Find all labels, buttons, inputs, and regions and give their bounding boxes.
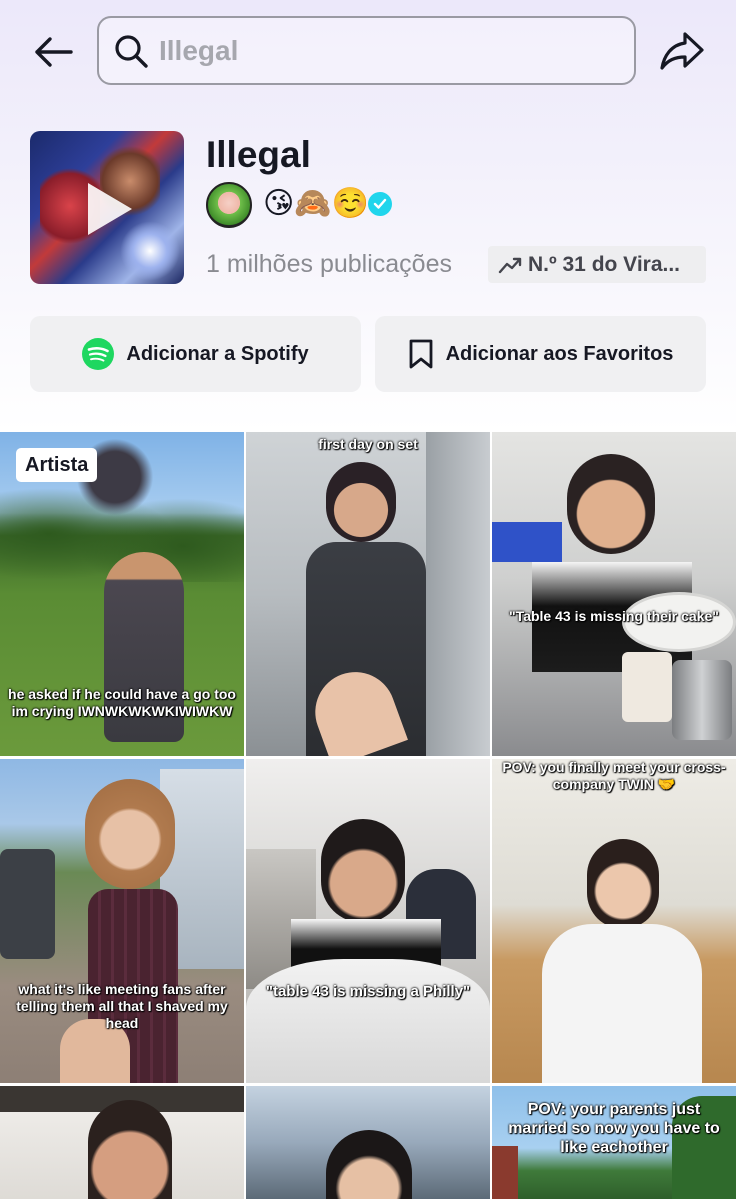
video-thumbnail[interactable]: "table 43 is missing a Philly" — [246, 759, 490, 1083]
add-to-spotify-button[interactable]: Adicionar a Spotify — [30, 316, 361, 392]
video-grid: he asked if he could have a go too im cr… — [0, 432, 736, 1199]
add-to-favorites-button[interactable]: Adicionar aos Favoritos — [375, 316, 706, 392]
trending-rank-chip[interactable]: N.º 31 do Vira... — [488, 246, 706, 283]
bookmark-icon — [408, 339, 434, 369]
back-button[interactable] — [30, 30, 76, 74]
search-input[interactable]: Illegal — [97, 16, 636, 85]
video-caption: what it's like meeting fans after tellin… — [16, 981, 228, 1031]
trending-rank-label: N.º 31 do Vira... — [528, 252, 681, 276]
artist-badge: Artista — [16, 448, 98, 482]
artist-avatar[interactable] — [206, 182, 252, 228]
share-arrow-icon — [660, 32, 704, 70]
video-caption: POV: you finally meet your cross-company… — [502, 759, 726, 792]
add-to-favorites-label: Adicionar aos Favoritos — [445, 342, 674, 365]
spotify-icon — [82, 338, 115, 370]
verified-badge-icon — [368, 192, 392, 216]
search-icon — [111, 31, 151, 71]
video-thumbnail[interactable]: what it's like meeting fans after tellin… — [0, 759, 244, 1083]
video-thumbnail[interactable]: POV: you finally meet your cross-company… — [492, 759, 736, 1083]
trending-up-icon — [498, 257, 522, 273]
sound-cover-art[interactable] — [30, 131, 184, 284]
search-query-text: Illegal — [159, 34, 239, 66]
video-thumbnail[interactable]: POV: your parents just married so now yo… — [492, 1086, 736, 1199]
video-caption: "table 43 is missing a Philly" — [265, 983, 471, 1000]
artist-name[interactable]: 😘🙈☺️ — [263, 186, 369, 222]
video-caption: he asked if he could have a go too im cr… — [8, 686, 236, 719]
play-icon[interactable] — [88, 183, 132, 235]
video-thumbnail[interactable] — [246, 1086, 490, 1199]
video-thumbnail[interactable]: first day on set — [246, 432, 490, 756]
video-caption: POV: your parents just married so now yo… — [508, 1101, 720, 1156]
video-caption: first day on set — [318, 436, 418, 452]
video-thumbnail[interactable] — [0, 1086, 244, 1199]
sound-title: Illegal — [206, 134, 311, 175]
arrow-left-icon — [35, 37, 73, 67]
share-button[interactable] — [656, 26, 708, 76]
post-count: 1 milhões publicações — [206, 250, 452, 278]
add-to-spotify-label: Adicionar a Spotify — [126, 342, 309, 365]
video-caption: "Table 43 is missing their cake" — [509, 608, 719, 624]
video-thumbnail[interactable]: "Table 43 is missing their cake" — [492, 432, 736, 756]
